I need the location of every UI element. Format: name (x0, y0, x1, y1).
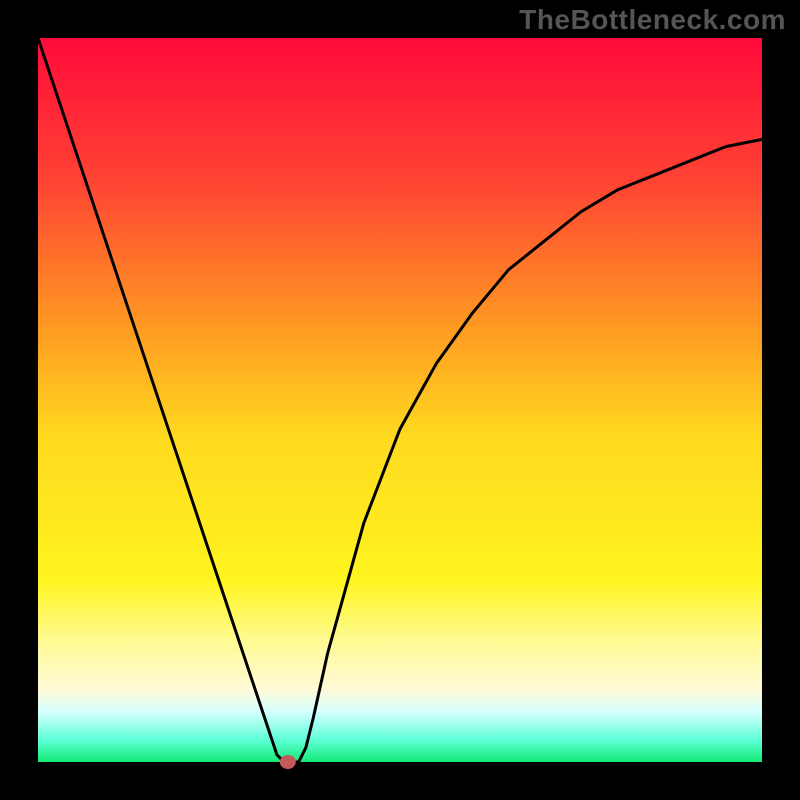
plot-background (38, 38, 762, 762)
optimal-point-marker (280, 755, 296, 769)
watermark-text: TheBottleneck.com (519, 4, 786, 36)
bottleneck-chart (0, 0, 800, 800)
chart-frame: TheBottleneck.com (0, 0, 800, 800)
